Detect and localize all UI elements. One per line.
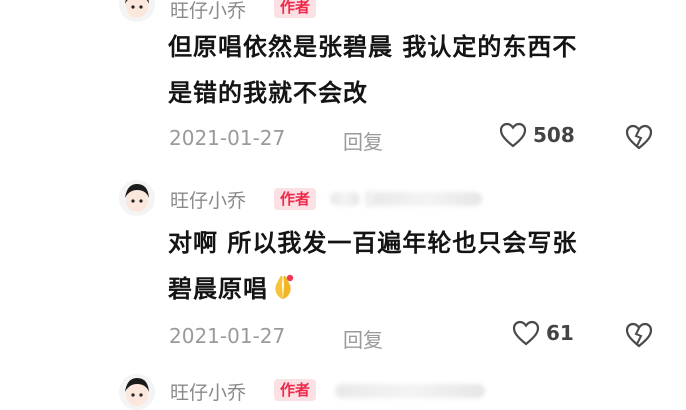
like-count: 61 xyxy=(546,321,574,345)
username[interactable]: 旺仔小乔 xyxy=(170,186,246,213)
blurred-region xyxy=(335,384,485,398)
blurred-region xyxy=(330,192,360,206)
author-badge: 作者 xyxy=(274,0,317,18)
reply-button[interactable]: 回复 xyxy=(343,126,383,155)
like-button[interactable]: 61 xyxy=(512,320,574,346)
avatar[interactable] xyxy=(119,374,155,410)
username[interactable]: 旺仔小乔 xyxy=(170,378,246,405)
author-badge: 作者 xyxy=(274,379,317,401)
reply-button[interactable]: 回复 xyxy=(343,324,383,353)
broken-heart-icon[interactable] xyxy=(625,124,653,150)
comment-text: 但原唱依然是张碧晨 我认定的东西不 是错的我就不会改 xyxy=(168,33,578,107)
comment-date: 2021-01-27 xyxy=(169,126,286,150)
avatar[interactable] xyxy=(119,0,155,22)
heart-outline-icon xyxy=(499,122,527,148)
avatar[interactable] xyxy=(119,180,155,216)
heart-outline-icon xyxy=(512,320,540,346)
like-button[interactable]: 508 xyxy=(499,122,575,148)
broken-heart-icon[interactable] xyxy=(625,322,653,348)
comment-text: 对啊 所以我发一百遍年轮也只会写张 碧晨原唱 xyxy=(168,220,648,316)
blurred-region xyxy=(372,192,482,206)
username[interactable]: 旺仔小乔 xyxy=(170,0,246,23)
like-count: 508 xyxy=(533,123,575,147)
blurred-region xyxy=(365,190,375,208)
comment-date: 2021-01-27 xyxy=(169,324,286,348)
author-badge: 作者 xyxy=(274,188,317,210)
praying-hands-emoji xyxy=(270,270,296,316)
